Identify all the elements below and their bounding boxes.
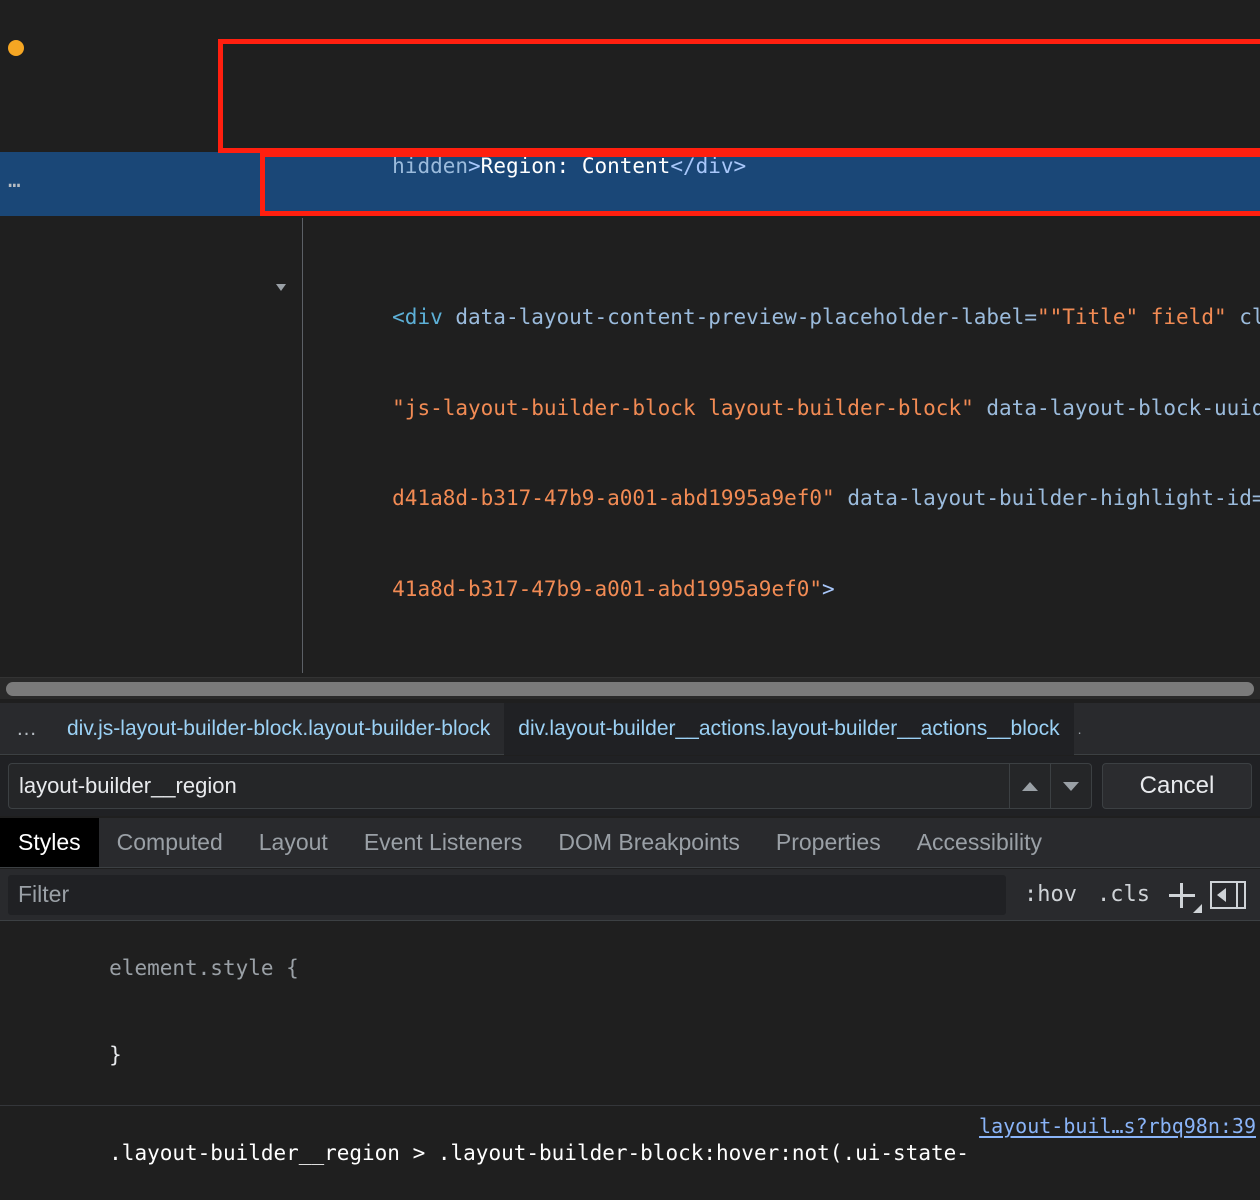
computed-sidebar-toggle-button[interactable] <box>1210 880 1246 909</box>
tab-styles[interactable]: Styles <box>0 818 99 867</box>
horizontal-scrollbar[interactable] <box>0 677 1260 699</box>
horizontal-scrollbar-thumb[interactable] <box>6 682 1254 696</box>
styles-filter-placeholder: Filter <box>18 881 70 907</box>
style-rule-element-style[interactable]: element.style { } <box>0 921 1260 1106</box>
expand-arrow-icon[interactable] <box>276 283 286 291</box>
styles-filter-input[interactable]: Filter <box>8 874 1007 915</box>
styles-filter-bar: Filter :hov .cls <box>0 869 1260 921</box>
style-rule-actions-block-opacity[interactable]: layout-buil…s?rbq98n:39 .layout-builder_… <box>0 1106 1260 1200</box>
selector-part-1: .layout-builder__region > .layout-builde… <box>109 1141 969 1165</box>
breadcrumb-item-parent[interactable]: div.js-layout-builder-block.layout-build… <box>53 703 504 755</box>
devtools-window: … hidden>Region: Content</div> <div data… <box>0 0 1260 1200</box>
close-brace: } <box>109 1043 122 1067</box>
search-input-wrapper[interactable] <box>8 763 1092 809</box>
dom-line[interactable]: "js-layout-builder-block layout-builder-… <box>0 362 1260 420</box>
plus-icon-vertical <box>1180 882 1183 908</box>
dom-line[interactable]: d41a8d-b317-47b9-a001-abd1995a9ef0" data… <box>0 453 1260 510</box>
search-input[interactable] <box>9 773 1009 799</box>
styles-rules-pane[interactable]: element.style { } layout-buil…s?rbq98n:3… <box>0 921 1260 1200</box>
tab-properties[interactable]: Properties <box>758 818 899 867</box>
dom-line[interactable]: 41a8d-b317-47b9-a001-abd1995a9ef0"> <box>0 544 1260 601</box>
stylesheet-source-link[interactable]: layout-buil…s?rbq98n:39 <box>979 1112 1256 1141</box>
sidebar-tabs: Styles Computed Layout Event Listeners D… <box>0 818 1260 868</box>
dropdown-triangle-icon <box>1193 903 1202 913</box>
dom-search-bar: Cancel <box>0 756 1260 816</box>
hov-toggle-button[interactable]: :hov <box>1014 882 1087 907</box>
selector-line[interactable]: element.style { <box>0 925 1260 1012</box>
panel-divider-icon <box>1236 880 1238 909</box>
selector-text: element.style { <box>109 956 299 980</box>
search-nav-buttons <box>1009 763 1091 809</box>
new-style-rule-button[interactable] <box>1160 875 1204 915</box>
dom-tree-lines: hidden>Region: Content</div> <div data-l… <box>0 0 1260 677</box>
tab-layout[interactable]: Layout <box>241 818 346 867</box>
rule-close-brace: } <box>0 1012 1260 1099</box>
cls-toggle-button[interactable]: .cls <box>1087 882 1160 907</box>
search-next-button[interactable] <box>1050 763 1091 809</box>
tab-accessibility[interactable]: Accessibility <box>899 818 1060 867</box>
dom-tree-pane[interactable]: … hidden>Region: Content</div> <div data… <box>0 0 1260 677</box>
breadcrumb-tail[interactable]: . <box>1074 703 1086 755</box>
breadcrumb-overflow[interactable]: … <box>0 703 53 755</box>
tab-event-listeners[interactable]: Event Listeners <box>346 818 541 867</box>
dom-line[interactable]: <div data-layout-content-preview-placeho… <box>0 272 1260 329</box>
search-prev-button[interactable] <box>1009 763 1050 809</box>
dom-line[interactable]: hidden>Region: Content</div> <box>0 121 1260 178</box>
search-cancel-button[interactable]: Cancel <box>1102 763 1252 809</box>
chevron-up-icon <box>1022 781 1038 791</box>
panel-arrow-icon <box>1217 887 1226 902</box>
breadcrumb-item-selected[interactable]: div.layout-builder__actions.layout-build… <box>504 702 1074 755</box>
tab-dom-breakpoints[interactable]: DOM Breakpoints <box>540 818 758 867</box>
tab-computed[interactable]: Computed <box>99 818 241 867</box>
breadcrumb: … div.js-layout-builder-block.layout-bui… <box>0 702 1260 755</box>
chevron-down-icon <box>1063 781 1079 791</box>
